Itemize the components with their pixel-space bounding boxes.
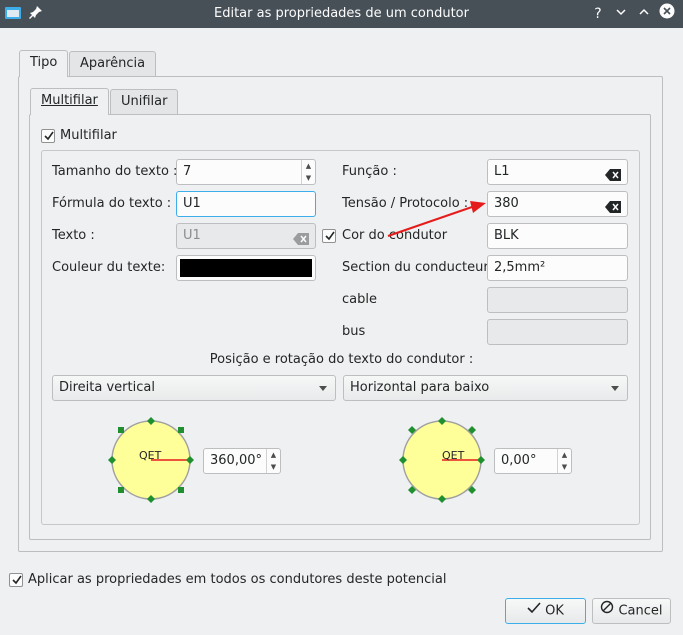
wire-color-label: Cor do condutor: [342, 228, 448, 243]
angle-left-stepper[interactable]: ▲ ▼: [266, 449, 280, 473]
text-size-stepper[interactable]: ▲ ▼: [301, 160, 315, 184]
position-heading: Posição e rotação do texto do condutor :: [209, 352, 474, 367]
position-combo-right-value: Horizontal para baixo: [350, 380, 490, 395]
tab-tipo[interactable]: Tipo: [19, 50, 69, 77]
dial-right-text: QET: [442, 449, 465, 462]
title-bar: Editar as propriedades de um condutor ?: [0, 0, 683, 28]
wire-color-input[interactable]: BLK: [487, 223, 628, 249]
voltage-value: 380: [494, 196, 519, 211]
text-size-spinbox[interactable]: 7 ▲ ▼: [176, 159, 316, 185]
text-formula-value: U1: [183, 196, 201, 211]
check-icon: [527, 599, 541, 623]
angle-right-value: 0,00°: [501, 453, 537, 468]
angle-right-stepper[interactable]: ▲ ▼: [557, 449, 571, 473]
clear-icon: [293, 230, 309, 245]
tab-aparencia-label: Aparência: [80, 56, 146, 71]
function-input[interactable]: L1: [487, 159, 628, 185]
wire-color-value: BLK: [494, 228, 519, 243]
text-input: U1: [176, 223, 316, 249]
text-label: Texto :: [52, 228, 95, 243]
section-input[interactable]: 2,5mm²: [487, 255, 628, 281]
voltage-input[interactable]: 380: [487, 191, 628, 217]
tab-multifilar-label: Multifilar: [41, 93, 98, 108]
angle-spinbox-left[interactable]: 360,00° ▲ ▼: [203, 448, 281, 474]
multifilar-checkbox-label: Multifilar: [60, 128, 117, 143]
chevron-down-icon: [611, 386, 619, 391]
section-label: Section du conducteur: [342, 260, 489, 275]
cancel-button[interactable]: Cancel: [592, 598, 671, 624]
text-size-label: Tamanho do texto :: [52, 164, 178, 179]
function-value: L1: [494, 164, 510, 179]
tab-unifilar[interactable]: Unifilar: [110, 89, 179, 114]
multifilar-checkbox[interactable]: [41, 129, 55, 143]
text-color-label: Couleur du texte:: [52, 260, 166, 275]
voltage-label: Tensão / Protocolo :: [342, 196, 469, 211]
cancel-button-label: Cancel: [618, 603, 663, 619]
ok-button[interactable]: OK: [505, 598, 586, 624]
rotation-dial-right[interactable]: QET: [399, 417, 485, 503]
text-color-button[interactable]: [176, 255, 316, 281]
angle-spinbox-right[interactable]: 0,00° ▲ ▼: [494, 448, 572, 474]
position-combo-left-value: Direita vertical: [59, 380, 155, 395]
window-title: Editar as propriedades de um condutor: [214, 6, 469, 21]
tab-multifilar[interactable]: Multifilar: [30, 88, 109, 115]
minimize-icon[interactable]: [610, 3, 632, 25]
text-formula-label: Fórmula do texto :: [52, 196, 172, 211]
dial-left-text: QET: [139, 449, 162, 462]
position-combo-right[interactable]: Horizontal para baixo: [343, 375, 628, 401]
tab-aparencia[interactable]: Aparência: [69, 51, 157, 76]
text-formula-input[interactable]: U1: [176, 191, 316, 217]
section-value: 2,5mm²: [494, 260, 546, 275]
text-color-swatch: [180, 259, 312, 277]
clear-icon[interactable]: [605, 198, 621, 213]
function-label: Função :: [342, 164, 397, 179]
ok-button-label: OK: [545, 603, 564, 619]
angle-left-value: 360,00°: [210, 453, 262, 468]
position-combo-left[interactable]: Direita vertical: [52, 375, 336, 401]
wire-color-checkbox[interactable]: [322, 229, 336, 243]
text-value: U1: [183, 228, 201, 243]
rotation-dial-left[interactable]: QET: [108, 417, 194, 503]
apply-all-checkbox[interactable]: [9, 573, 23, 587]
tab-unifilar-label: Unifilar: [121, 94, 168, 109]
cable-input: [487, 287, 628, 313]
text-size-value: 7: [183, 164, 192, 179]
help-icon[interactable]: ?: [587, 3, 609, 25]
close-icon[interactable]: [656, 3, 678, 25]
clear-icon[interactable]: [605, 166, 621, 181]
maximize-icon[interactable]: [633, 3, 655, 25]
cancel-icon: [600, 599, 614, 623]
chevron-down-icon: [319, 386, 327, 391]
bus-label: bus: [342, 324, 366, 339]
cable-label: cable: [342, 292, 377, 307]
tab-tipo-label: Tipo: [30, 55, 58, 70]
bus-input: [487, 319, 628, 345]
apply-all-label: Aplicar as propriedades em todos os cond…: [28, 572, 447, 587]
